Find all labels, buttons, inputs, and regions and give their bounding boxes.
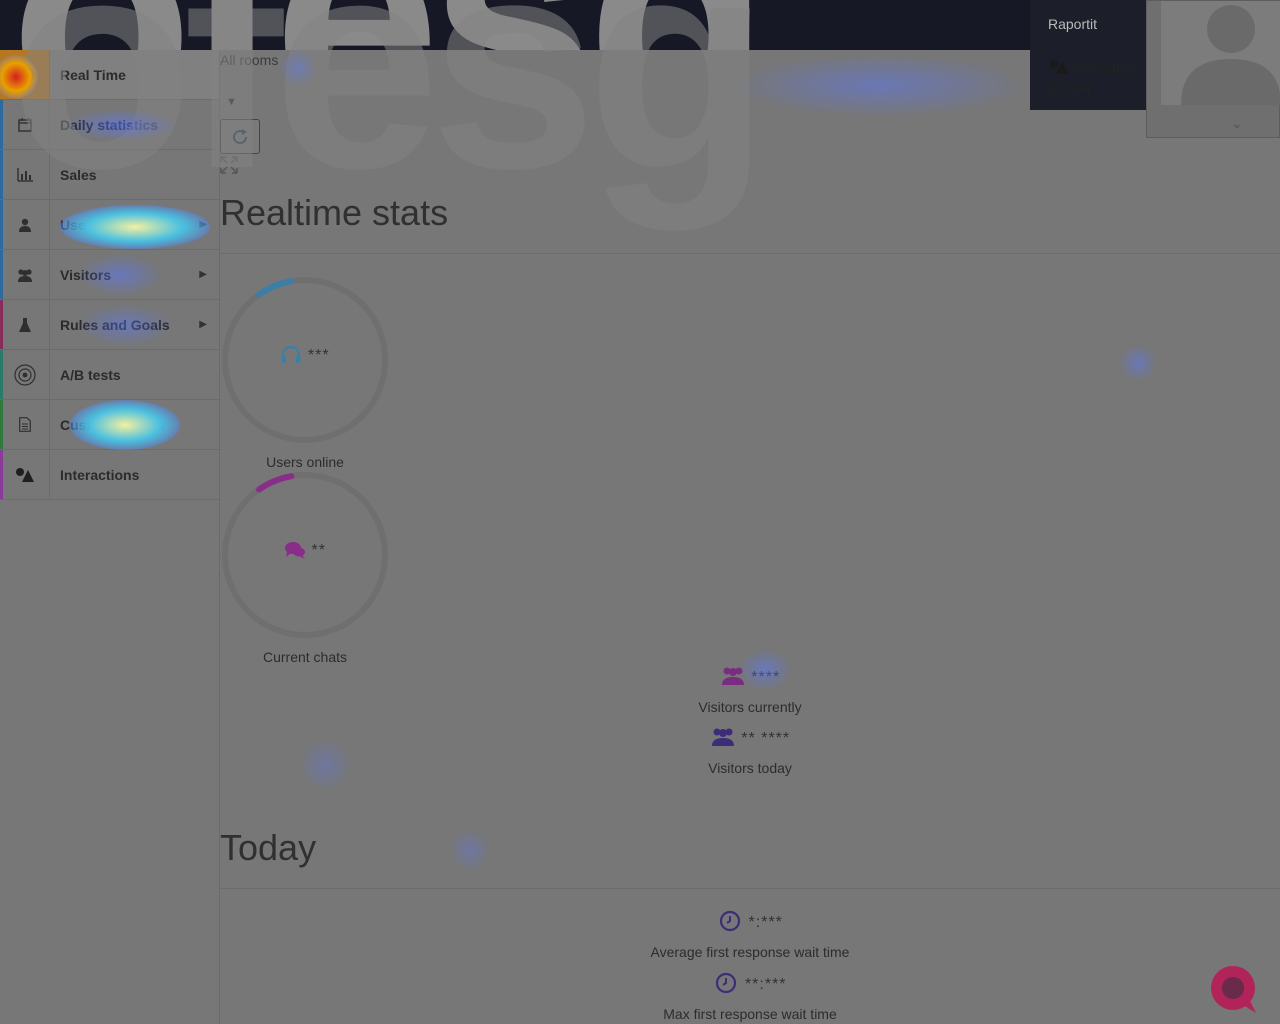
stat-value: ** ****	[741, 730, 791, 747]
stat-label: Visitors currently	[698, 699, 802, 715]
sidebar-item-interactions[interactable]: Interactions	[0, 450, 219, 500]
sidebar-accent	[0, 250, 3, 299]
shapes-icon	[0, 450, 50, 499]
refresh-button[interactable]	[220, 119, 260, 154]
chevron-right-icon: ▶	[199, 269, 207, 280]
sidebar-accent	[0, 450, 3, 499]
visitors-currently-stat: **** Visitors currently	[600, 665, 900, 715]
realtime-section-title: Realtime stats	[220, 192, 449, 233]
visitors-today-stat: ** **** Visitors today	[600, 726, 900, 776]
clock-icon	[719, 910, 741, 932]
caret-down-icon[interactable]: ▼	[226, 96, 237, 108]
sidebar-accent	[0, 50, 3, 99]
refresh-icon	[233, 128, 248, 144]
stat-label: Max first response wait time	[663, 1006, 837, 1022]
current-chats-gauge: **	[220, 470, 390, 640]
sidebar-item-ab-tests[interactable]: A/B tests	[0, 350, 219, 400]
target-icon	[0, 350, 50, 399]
sidebar-item-rules-and-goals[interactable]: Rules and Goals ▶	[0, 300, 219, 350]
average-first-response-stat: *:*** Average first response wait time	[600, 910, 900, 960]
divider	[220, 253, 1280, 254]
max-first-response-stat: **:*** Max first response wait time	[600, 972, 900, 1022]
headset-icon	[281, 345, 301, 363]
brand-logo: ofesg	[10, 0, 770, 50]
room-filter-select[interactable]: All rooms	[220, 52, 278, 68]
stat-label: Visitors today	[708, 760, 792, 776]
sidebar-item-label: Sales	[60, 166, 97, 183]
chevron-right-icon: ▶	[199, 319, 207, 330]
document-icon	[0, 400, 50, 449]
sidebar-item-label: Visitors	[60, 266, 112, 283]
sidebar-accent	[0, 300, 3, 349]
stat-value: **:***	[744, 976, 787, 993]
sidebar-item-users[interactable]: Users ▶	[0, 200, 219, 250]
stat-value: *:***	[748, 914, 783, 931]
bar-chart-icon	[0, 150, 50, 199]
stat-value: ****	[751, 669, 781, 686]
fullscreen-icon[interactable]	[220, 156, 238, 174]
sidebar-item-daily-statistics[interactable]: Daily statistics	[0, 100, 219, 150]
sidebar-item-real-time[interactable]: Real Time	[0, 50, 219, 100]
gauge-value: **	[311, 542, 326, 559]
users-icon	[0, 250, 50, 299]
chevron-right-icon: ▶	[199, 219, 207, 230]
users-icon	[721, 667, 744, 685]
gauge-label: Users online	[266, 454, 344, 470]
sidebar-accent	[0, 350, 3, 399]
gauge-value: ***	[307, 347, 330, 364]
sidebar-accent	[0, 200, 3, 249]
users-icon	[711, 728, 734, 746]
gauge-label: Current chats	[262, 649, 348, 665]
top-header-bar: ofesg	[0, 0, 1030, 50]
sidebar-item-label: Interactions	[60, 466, 140, 483]
stat-label: Average first response wait time	[650, 944, 850, 960]
sidebar: Real Time Daily statistics Sales Users ▶…	[0, 50, 220, 1024]
divider	[220, 888, 1280, 889]
users-online-gauge: ***	[220, 275, 390, 445]
sidebar-accent	[0, 400, 3, 449]
reports-link[interactable]: Raportit	[1048, 16, 1097, 32]
sidebar-item-label: Real Time	[60, 66, 126, 83]
sidebar-item-sales[interactable]: Sales	[0, 150, 219, 200]
sidebar-item-label: Daily statistics	[60, 116, 159, 133]
clock-icon	[716, 972, 737, 994]
sidebar-item-visitors[interactable]: Visitors ▶	[0, 250, 219, 300]
realtime-icon	[0, 50, 50, 99]
calendar-icon	[0, 100, 50, 149]
sidebar-item-custom-reports[interactable]: Custom reports	[0, 400, 219, 450]
sidebar-item-label: Rules and Goals	[60, 316, 170, 333]
sidebar-item-label: Custom reports	[60, 416, 165, 433]
main-content: All rooms ▼ Realtime stats *** Users onl…	[220, 50, 1280, 1024]
sidebar-item-label: Users	[60, 216, 99, 233]
sidebar-item-label: A/B tests	[60, 366, 121, 383]
flask-icon	[0, 300, 50, 349]
chat-icon	[285, 542, 306, 559]
chat-widget-button[interactable]	[1208, 965, 1262, 1015]
sidebar-accent	[0, 150, 3, 199]
user-icon	[0, 200, 50, 249]
today-section-title: Today	[220, 827, 317, 868]
sidebar-accent	[0, 100, 3, 149]
